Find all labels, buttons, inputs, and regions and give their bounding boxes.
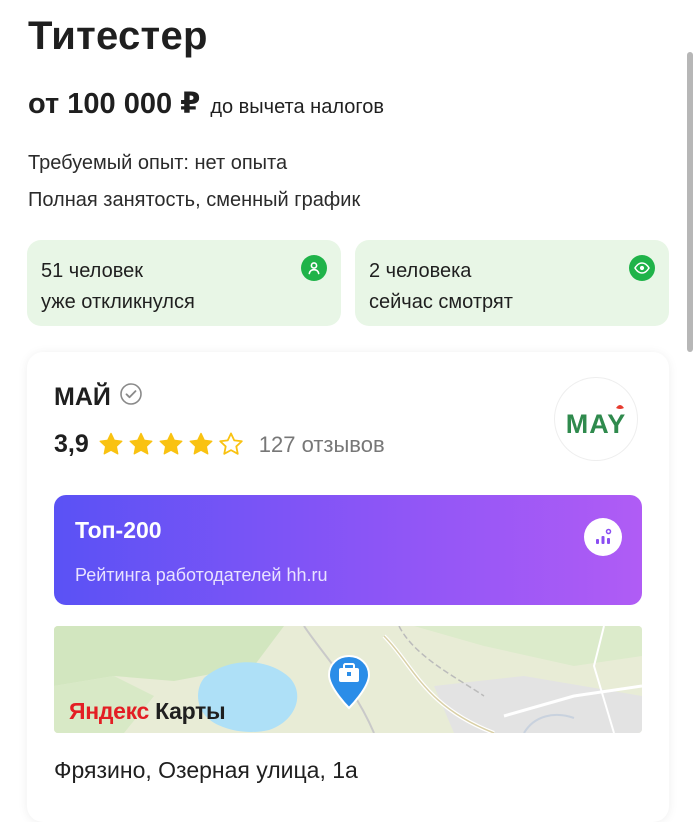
vacancy-title: Титестер <box>28 14 208 58</box>
star-outline-icon <box>219 432 243 455</box>
responses-stat-card: 51 человек уже откликнулся <box>27 240 341 326</box>
rating-chart-icon <box>584 518 622 556</box>
responses-label: уже откликнулся <box>41 291 195 313</box>
experience-text: Требуемый опыт: нет опыта <box>28 152 288 174</box>
viewers-stat-card: 2 человека сейчас смотрят <box>355 240 669 326</box>
svg-text:MAY: MAY <box>566 409 627 439</box>
star-icon <box>129 432 153 455</box>
top-employer-banner[interactable]: Топ-200 Рейтинга работодателей hh.ru <box>54 495 642 605</box>
banner-subtitle: Рейтинга работодателей hh.ru <box>75 565 328 585</box>
address-text: Фрязино, Озерная улица, 1а <box>54 757 358 783</box>
viewers-count: 2 человека <box>369 260 472 282</box>
responses-count: 51 человек <box>41 260 143 282</box>
company-name[interactable]: МАЙ <box>54 383 111 412</box>
rating-row[interactable]: 3,9 127 отзывов <box>54 430 385 459</box>
salary: от 100 000 ₽ до вычета налогов <box>28 86 384 121</box>
banner-title: Топ-200 <box>75 517 162 543</box>
scrollbar[interactable] <box>687 52 693 352</box>
yandex-maps-logo[interactable]: Яндекс Карты <box>69 698 226 725</box>
eye-icon <box>629 255 655 281</box>
schedule-text: Полная занятость, сменный график <box>28 189 361 211</box>
company-name-row[interactable]: МАЙ <box>54 382 143 413</box>
star-icon <box>99 432 123 455</box>
rating-stars <box>97 431 245 458</box>
salary-note: до вычета налогов <box>210 96 384 118</box>
star-icon <box>189 432 213 455</box>
viewers-label: сейчас смотрят <box>369 291 513 313</box>
verified-check-icon <box>119 382 143 413</box>
location-map[interactable]: Яндекс Карты <box>54 626 642 733</box>
salary-amount: от 100 000 ₽ <box>28 88 201 120</box>
reviews-link[interactable]: 127 отзывов <box>259 432 385 458</box>
rating-value: 3,9 <box>54 430 89 458</box>
company-logo[interactable]: MAY <box>555 378 637 460</box>
briefcase-pin-icon[interactable] <box>324 654 374 710</box>
person-icon <box>301 255 327 281</box>
star-icon <box>159 432 183 455</box>
employer-card[interactable]: МАЙ 3,9 127 отзывов MAY Топ-200 Рейтинга… <box>27 352 669 822</box>
